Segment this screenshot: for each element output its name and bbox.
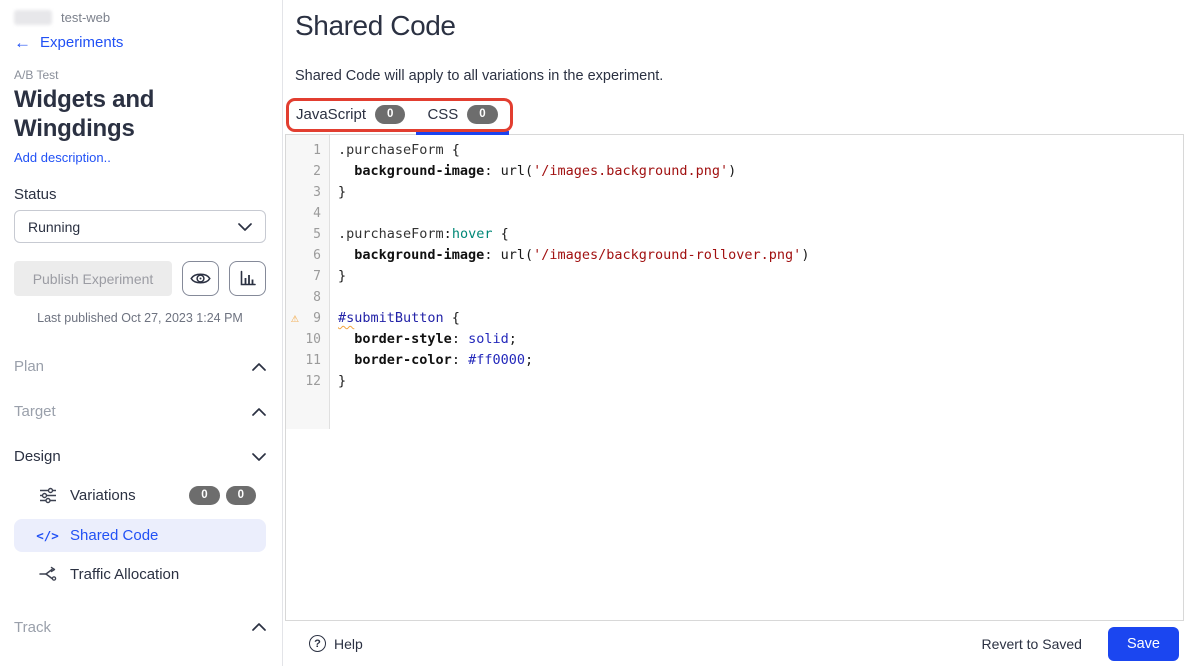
- line-number: ⚠ 9: [286, 308, 329, 329]
- sidebar-item-traffic-allocation[interactable]: Traffic Allocation: [14, 558, 266, 591]
- sidebar-item-design[interactable]: Design: [14, 448, 266, 465]
- plan-label: Plan: [14, 358, 45, 375]
- sidebar: test-web ← Experiments A/B Test Widgets …: [0, 0, 283, 666]
- line-number: 12: [305, 374, 321, 389]
- line-number: 11: [305, 353, 321, 368]
- tab-javascript-label: JavaScript: [296, 106, 367, 123]
- add-description-link[interactable]: Add description..: [14, 150, 266, 165]
- shared-code-label: Shared Code: [70, 526, 159, 544]
- code-line[interactable]: [338, 203, 1183, 224]
- line-number: 8: [313, 290, 321, 305]
- code-line[interactable]: .purchaseForm {: [338, 140, 1183, 161]
- tab-css-badge: 0: [467, 105, 498, 124]
- traffic-allocation-label: Traffic Allocation: [70, 565, 180, 583]
- save-button[interactable]: Save: [1107, 626, 1179, 661]
- code-line[interactable]: [338, 287, 1183, 308]
- page-title: Shared Code: [295, 10, 456, 41]
- tab-javascript-badge: 0: [375, 105, 406, 124]
- code-line[interactable]: #submitButton {: [338, 308, 1183, 329]
- line-number: 2: [313, 164, 321, 179]
- sidebar-item-track[interactable]: Track: [14, 619, 266, 636]
- variations-label: Variations: [70, 486, 136, 504]
- code-line[interactable]: }: [338, 182, 1183, 203]
- editor-footer: ? Help Revert to Saved Save: [283, 621, 1187, 666]
- back-to-experiments-link[interactable]: ← Experiments: [14, 34, 266, 51]
- code-line[interactable]: background-image: url('/images/backgroun…: [338, 245, 1183, 266]
- eye-icon: [190, 273, 211, 284]
- line-number: 1: [313, 143, 321, 158]
- workspace-name: test-web: [61, 10, 111, 25]
- line-number: 10: [305, 332, 321, 347]
- sidebar-item-target[interactable]: Target: [14, 403, 266, 420]
- line-number: 3: [313, 185, 321, 200]
- editor-gutter: 1 2 3 4 5 6 7 8 ⚠ 9 10 11 12: [286, 135, 330, 429]
- status-dropdown[interactable]: Running: [14, 210, 266, 243]
- code-icon: </>: [36, 527, 59, 543]
- experiment-actions: Publish Experiment: [14, 261, 266, 296]
- split-icon: [38, 566, 57, 582]
- code-line[interactable]: }: [338, 266, 1183, 287]
- back-arrow-icon: ←: [14, 33, 31, 52]
- tab-css[interactable]: CSS 0: [416, 98, 509, 135]
- design-label: Design: [14, 448, 61, 465]
- help-icon: ?: [309, 635, 326, 652]
- sliders-icon: [38, 487, 57, 504]
- publish-experiment-button[interactable]: Publish Experiment: [14, 261, 172, 296]
- code-line[interactable]: background-image: url('/images.backgroun…: [338, 161, 1183, 182]
- experiment-name: Widgets and Wingdings: [14, 86, 155, 142]
- chevron-up-icon: [252, 362, 266, 371]
- line-number: 7: [313, 269, 321, 284]
- variations-badge-1: 0: [189, 486, 220, 505]
- active-tab-indicator: [416, 131, 509, 135]
- line-number: 5: [313, 227, 321, 242]
- code-pane[interactable]: .purchaseForm { background-image: url('/…: [330, 135, 1183, 620]
- status-value: Running: [28, 218, 81, 235]
- preview-button[interactable]: [182, 261, 219, 296]
- variations-badge-2: 0: [225, 486, 256, 505]
- target-label: Target: [14, 403, 56, 420]
- chevron-down-icon: [252, 452, 266, 461]
- chevron-down-icon: [238, 222, 252, 231]
- code-tabs: JavaScript 0 CSS 0: [285, 98, 1187, 135]
- help-label: Help: [334, 635, 363, 652]
- workspace-row: test-web: [14, 10, 266, 25]
- tab-javascript[interactable]: JavaScript 0: [285, 98, 416, 131]
- track-label: Track: [14, 618, 51, 636]
- app-window: test-web ← Experiments A/B Test Widgets …: [0, 0, 1187, 666]
- sidebar-item-variations[interactable]: Variations 0 0: [14, 478, 266, 513]
- design-subnav: Variations 0 0 </> Shared Code Traffic A…: [14, 478, 266, 591]
- code-line[interactable]: .purchaseForm:hover {: [338, 224, 1183, 245]
- last-published-text: Last published Oct 27, 2023 1:24 PM: [37, 311, 243, 325]
- line-number: 6: [313, 248, 321, 263]
- results-button[interactable]: [229, 261, 266, 296]
- code-line[interactable]: border-style: solid;: [338, 329, 1183, 350]
- back-link-label: Experiments: [40, 34, 124, 51]
- warning-icon: ⚠: [291, 311, 299, 326]
- experiment-type-label: A/B Test: [14, 68, 59, 82]
- page-description: Shared Code will apply to all variations…: [295, 68, 664, 84]
- code-editor[interactable]: 1 2 3 4 5 6 7 8 ⚠ 9 10 11 12 .purchaseForm { backgro…: [285, 134, 1184, 621]
- status-label: Status: [14, 186, 57, 203]
- help-button[interactable]: ? Help: [309, 635, 363, 652]
- footer-actions: Revert to Saved Save: [982, 626, 1179, 661]
- variations-badges: 0 0: [189, 486, 256, 505]
- revert-to-saved-button[interactable]: Revert to Saved: [982, 636, 1082, 652]
- main-panel: Shared Code Shared Code will apply to al…: [283, 0, 1187, 666]
- workspace-logo: [14, 10, 52, 25]
- tab-css-label: CSS: [427, 106, 459, 123]
- chevron-up-icon: [252, 407, 266, 416]
- bar-chart-icon: [240, 270, 256, 286]
- code-line[interactable]: }: [338, 371, 1183, 392]
- chevron-up-icon: [252, 623, 266, 631]
- line-number: 4: [313, 206, 321, 221]
- sidebar-item-plan[interactable]: Plan: [14, 358, 266, 375]
- code-line[interactable]: border-color: #ff0000;: [338, 350, 1183, 371]
- sidebar-item-shared-code[interactable]: </> Shared Code: [14, 518, 266, 552]
